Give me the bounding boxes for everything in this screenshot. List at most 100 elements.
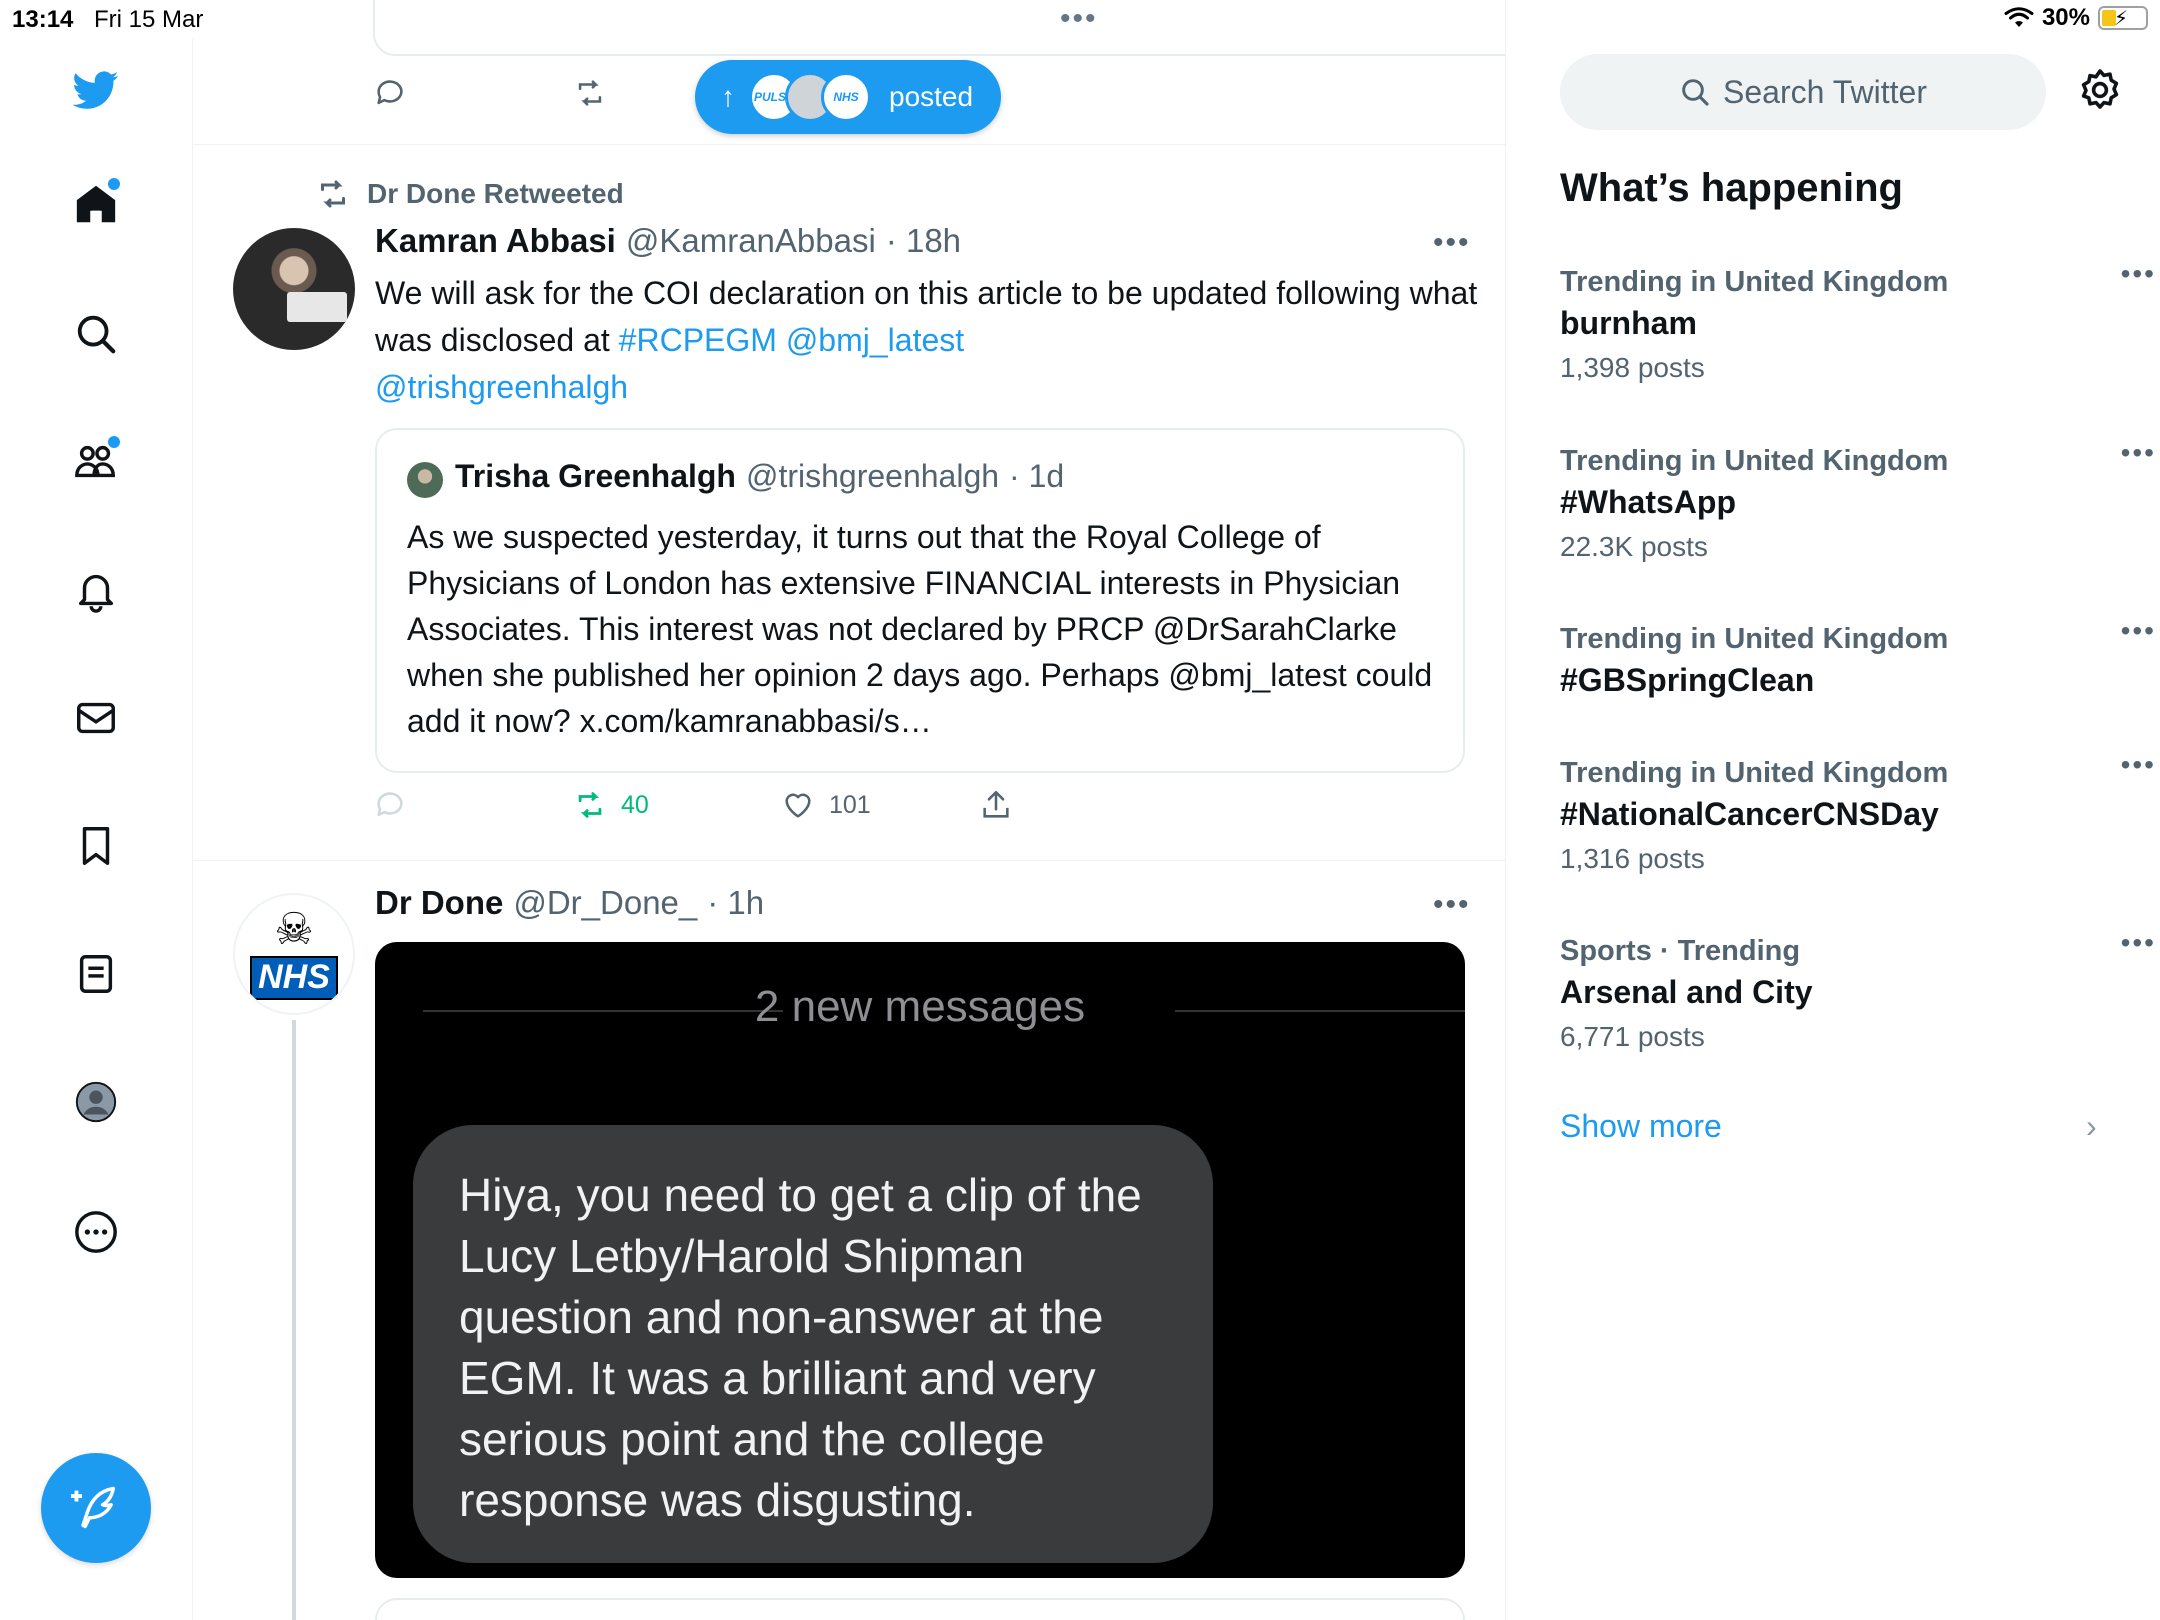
reply-action[interactable] — [373, 788, 407, 822]
trend-item[interactable]: Trending in United Kingdom #WhatsApp 22.… — [1560, 437, 2154, 569]
retweet-action[interactable]: 40 — [573, 788, 649, 822]
right-sidebar: Search Twitter What’s happening Trending… — [1506, 0, 2160, 1620]
author-handle[interactable]: @Dr_Done_ — [513, 884, 697, 922]
retweet-small-icon — [321, 180, 345, 208]
bookmarks-icon[interactable] — [70, 820, 122, 872]
search-icon — [1682, 79, 1709, 106]
trend-more-icon[interactable]: ••• — [2121, 927, 2156, 959]
previous-card-edge — [373, 0, 1505, 56]
profile-avatar-icon[interactable] — [70, 1076, 122, 1128]
trend-name: Arsenal and City — [1560, 974, 1813, 1010]
trend-count: 6,771 posts — [1560, 1021, 1705, 1052]
lists-icon[interactable] — [70, 948, 122, 1000]
retweet-action-top[interactable] — [573, 76, 607, 110]
compose-tweet-button[interactable] — [41, 1453, 151, 1563]
whats-happening-heading: What’s happening — [1560, 166, 1903, 210]
reply-icon — [377, 80, 403, 105]
posted-label: posted — [889, 81, 974, 112]
show-more-link[interactable]: Show more — [1560, 1108, 1722, 1145]
retweeted-by-label: Dr Done Retweeted — [367, 178, 624, 209]
tweet-divider — [193, 144, 1505, 145]
trend-count: 22.3K posts — [1560, 531, 1708, 562]
chevron-right-icon[interactable]: › — [2086, 1108, 2097, 1145]
quoted-text: As we suspected yesterday, it turns out … — [407, 519, 1433, 739]
trend-context: Sports · Trending — [1560, 935, 1801, 967]
trend-count: 1,316 posts — [1560, 843, 1705, 874]
nhs-logo: NHS — [250, 956, 338, 1000]
kamran-abbasi-avatar[interactable] — [233, 228, 355, 350]
status-time: 13:14 — [12, 6, 74, 33]
reply-action-top[interactable] — [373, 76, 407, 110]
quoted-author-handle: @trishgreenhalgh — [745, 458, 1000, 494]
retweet-icon — [578, 792, 602, 818]
mention-link-trish[interactable]: @trishgreenhalgh — [375, 369, 628, 405]
tweet-header: Kamran Abbasi @KamranAbbasi · 18h — [375, 222, 961, 260]
tweet-time[interactable]: · 18h — [886, 222, 961, 260]
trend-more-icon[interactable]: ••• — [2121, 437, 2156, 469]
tweet-divider — [193, 860, 1505, 861]
pill-avatars: PULSE NHS — [749, 72, 871, 122]
trend-item[interactable]: Trending in United Kingdom burnham 1,398… — [1560, 258, 2154, 390]
trend-context: Trending in United Kingdom — [1560, 445, 1949, 477]
status-date: Fri 15 Mar — [94, 6, 204, 33]
timeline: ↑ PULSE NHS posted Dr Done Retweeted Kam… — [193, 0, 1506, 1620]
share-action[interactable] — [979, 788, 1013, 822]
tweet-header: Dr Done @Dr_Done_ · 1h — [375, 884, 764, 922]
notifications-bell-icon[interactable] — [70, 564, 122, 616]
retweeted-by-line[interactable]: Dr Done Retweeted — [315, 176, 624, 212]
trend-name: #NationalCancerCNSDay — [1560, 796, 1939, 832]
trend-context: Trending in United Kingdom — [1560, 757, 1949, 789]
author-name[interactable]: Kamran Abbasi — [375, 222, 616, 260]
trend-name: #WhatsApp — [1560, 484, 1736, 520]
trend-more-icon[interactable]: ••• — [2121, 258, 2156, 290]
trend-context: Trending in United Kingdom — [1560, 266, 1949, 298]
home-icon[interactable] — [70, 178, 122, 230]
new-posts-pill[interactable]: ↑ PULSE NHS posted — [695, 60, 1001, 134]
skull-icon: ☠ — [274, 905, 314, 955]
trend-count: 1,398 posts — [1560, 352, 1705, 383]
author-handle[interactable]: @KamranAbbasi — [626, 222, 876, 260]
reply-icon — [377, 792, 403, 817]
trend-more-icon[interactable]: ••• — [2121, 615, 2156, 647]
retweet-count: 40 — [621, 790, 649, 819]
mention-link-bmj[interactable]: @bmj_latest — [786, 322, 964, 358]
search-box[interactable]: Search Twitter — [1560, 54, 2046, 130]
communities-notification-dot — [108, 436, 120, 448]
tweet-text: We will ask for the COI declaration on t… — [375, 270, 1495, 411]
explore-search-icon[interactable] — [70, 308, 122, 360]
trend-item[interactable]: Sports · Trending Arsenal and City 6,771… — [1560, 927, 2154, 1059]
more-options-icon[interactable] — [70, 1206, 122, 1258]
trend-item[interactable]: Trending in United Kingdom #GBSpringClea… — [1560, 615, 2154, 703]
left-nav — [0, 38, 193, 1620]
search-placeholder: Search Twitter — [1723, 73, 1927, 110]
trend-more-icon[interactable]: ••• — [2121, 749, 2156, 781]
twitter-logo-icon[interactable] — [70, 64, 122, 116]
thread-line — [292, 1020, 296, 1620]
tweet-more-icon[interactable]: ••• — [1433, 226, 1471, 260]
settings-gear-icon[interactable] — [2076, 66, 2124, 114]
trend-name: burnham — [1560, 305, 1697, 341]
tweet-more-icon[interactable]: ••• — [1433, 888, 1471, 922]
tweet-image[interactable]: 2 new messages Hiya, you need to get a c… — [375, 942, 1465, 1578]
like-count: 101 — [829, 790, 871, 819]
like-action[interactable]: 101 — [781, 788, 871, 822]
next-card-edge — [375, 1598, 1465, 1620]
author-name[interactable]: Dr Done — [375, 884, 503, 922]
new-messages-label: 2 new messages — [754, 982, 1086, 1031]
quoted-time: · 1d — [1009, 458, 1065, 494]
hashtag-link[interactable]: #RCPEGM — [619, 322, 777, 358]
quoted-header: Trisha Greenhalgh @trishgreenhalgh · 1d — [455, 458, 1064, 495]
trend-name: #GBSpringClean — [1560, 662, 1815, 698]
quoted-author-name: Trisha Greenhalgh — [455, 458, 736, 494]
trend-item[interactable]: Trending in United Kingdom #NationalCanc… — [1560, 749, 2154, 881]
share-icon — [983, 790, 1009, 818]
communities-icon[interactable] — [70, 436, 122, 488]
dr-done-avatar[interactable]: ☠ NHS — [233, 893, 355, 1015]
quoted-tweet[interactable]: Trisha Greenhalgh @trishgreenhalgh · 1d … — [375, 428, 1465, 773]
arrow-up-icon: ↑ — [721, 81, 735, 112]
tweet-time[interactable]: · 1h — [707, 884, 764, 922]
message-bubble: Hiya, you need to get a clip of the Lucy… — [413, 1125, 1213, 1563]
pill-avatar-nhs: NHS — [821, 72, 871, 122]
trisha-avatar — [407, 462, 443, 498]
messages-envelope-icon[interactable] — [70, 692, 122, 744]
